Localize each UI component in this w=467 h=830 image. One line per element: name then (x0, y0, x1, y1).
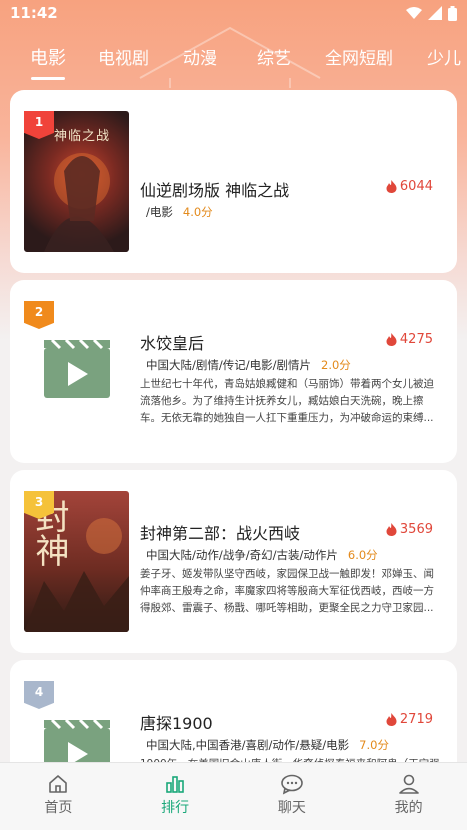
movie-genres: 中国大陆,中国香港/喜剧/动作/悬疑/电影 (146, 738, 350, 752)
movie-title: 水饺皇后 (140, 334, 205, 353)
tab-short-drama[interactable]: 全网短剧 (325, 40, 393, 84)
movie-meta: 中国大陆/剧情/传记/电影/剧情片 2.0分 (146, 357, 351, 373)
rank-badge: 4 (24, 681, 54, 709)
movie-meta: 中国大陆/动作/战争/奇幻/古装/动作片 6.0分 (146, 547, 378, 563)
tab-label: 电影 (30, 48, 66, 69)
movie-score: 6.0分 (347, 548, 378, 562)
signal-icon (428, 6, 442, 20)
movie-description: 姜子牙、姬发带队坚守西岐，家园保卫战一触即发！邓婵玉、闻仲率商王殷寿之命，率魔家… (140, 568, 434, 614)
tab-kids[interactable]: 少儿 (427, 40, 461, 84)
movie-description: 上世纪七十年代，青岛姑娘臧健和（马丽饰）带着两个女儿被迫流落他乡。为了维持生计抚… (140, 378, 434, 424)
tab-variety[interactable]: 综艺 (257, 40, 291, 84)
movie-score: 7.0分 (359, 738, 389, 752)
video-placeholder-icon (44, 338, 110, 398)
flame-icon (386, 180, 397, 193)
movie-meta: /电影 4.0分 (146, 204, 213, 220)
movie-meta: 中国大陆,中国香港/喜剧/动作/悬疑/电影 7.0分 (146, 737, 389, 753)
heat-value: 4275 (399, 332, 433, 347)
nav-ranking[interactable]: 排行 (117, 763, 234, 830)
tab-label: 综艺 (257, 49, 291, 69)
home-icon (49, 775, 68, 793)
nav-label: 排行 (161, 800, 190, 816)
flame-icon (386, 333, 397, 346)
category-tabs: 电影 电视剧 动漫 综艺 全网短剧 少儿 (0, 40, 467, 84)
ranking-card[interactable]: 2 水饺皇后 4275 中国大陆/剧情/传记/电影/剧情片 2.0分 上世纪七十… (10, 280, 457, 463)
nav-label: 首页 (44, 800, 73, 816)
movie-title: 封神第二部：战火西岐 (140, 524, 301, 543)
status-bar: 11:42 (0, 0, 467, 26)
movie-title: 仙逆剧场版 神临之战 (140, 181, 290, 200)
tab-tv-series[interactable]: 电视剧 (98, 40, 149, 84)
movie-score: 2.0分 (321, 358, 351, 372)
nav-chat[interactable]: 聊天 (234, 763, 351, 830)
movie-title: 唐探1900 (140, 714, 213, 733)
heat-value: 6044 (399, 179, 433, 194)
ranking-card[interactable]: 封神 3 封神第二部：战火西岐 3569 中国大陆/动作/战争/奇幻/古装/动作… (10, 470, 457, 653)
heat-value: 2719 (399, 712, 433, 727)
chat-icon (281, 774, 303, 795)
movie-genres: 中国大陆/动作/战争/奇幻/古装/动作片 (146, 548, 338, 562)
tab-anime[interactable]: 动漫 (183, 40, 217, 84)
poster-title: 神临之战 (54, 129, 111, 144)
flame-icon (386, 713, 397, 726)
tab-label: 全网短剧 (325, 49, 393, 69)
nav-profile[interactable]: 我的 (350, 763, 467, 830)
wifi-icon (406, 7, 422, 19)
bottom-navigation: 首页 排行 聊天 我的 (0, 762, 467, 830)
movie-genres: 中国大陆/剧情/传记/电影/剧情片 (146, 358, 311, 372)
rank-badge: 2 (24, 301, 54, 329)
ranking-card[interactable]: 神临之战 1 仙逆剧场版 神临之战 6044 /电影 4.0分 (10, 90, 457, 273)
nav-label: 聊天 (277, 800, 306, 816)
status-time: 11:42 (10, 4, 58, 22)
movie-genres: /电影 (146, 205, 173, 219)
tab-label: 动漫 (183, 49, 217, 69)
ranking-icon (166, 776, 184, 793)
nav-home[interactable]: 首页 (0, 763, 117, 830)
movie-score: 4.0分 (182, 205, 213, 219)
battery-icon (448, 5, 457, 21)
heat-score: 4275 (386, 332, 433, 347)
heat-score: 3569 (386, 522, 433, 537)
heat-score: 6044 (386, 179, 433, 194)
status-icons (406, 5, 457, 21)
heat-score: 2719 (386, 712, 433, 727)
heat-value: 3569 (399, 522, 433, 537)
nav-label: 我的 (394, 800, 423, 816)
active-tab-indicator (31, 77, 65, 80)
flame-icon (386, 523, 397, 536)
profile-icon (398, 774, 419, 794)
tab-label: 少儿 (427, 49, 461, 69)
tab-label: 电视剧 (98, 49, 149, 69)
tab-movie[interactable]: 电影 (30, 40, 66, 84)
